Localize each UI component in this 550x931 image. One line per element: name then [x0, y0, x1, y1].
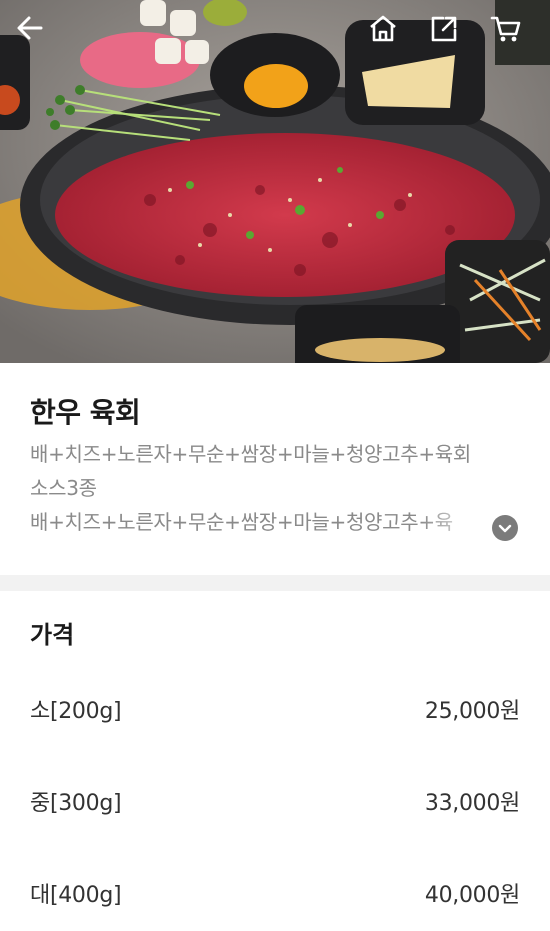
option-price: 33,000원: [424, 791, 520, 816]
product-description: 배+치즈+노른자+무순+쌈장+마늘+청양고추+육회 소스3종 배+치즈+노른자+…: [30, 437, 520, 539]
price-option-row[interactable]: 대[400g] 40,000원: [30, 873, 520, 913]
description-line: 소스3종: [30, 476, 97, 500]
cart-icon: [490, 16, 521, 42]
arrow-left-icon: [17, 16, 43, 40]
back-button[interactable]: [16, 14, 60, 58]
option-name: 소[200g]: [30, 699, 122, 724]
home-icon: [370, 15, 396, 42]
option-price: 25,000원: [424, 699, 520, 724]
description-line-truncated: 배+치즈+노른자+무순+쌈장+마늘+청양고추+육: [30, 505, 490, 539]
price-option-row[interactable]: 소[200g] 25,000원: [30, 689, 520, 729]
option-price: 40,000원: [424, 883, 520, 908]
share-button[interactable]: [429, 14, 473, 58]
option-name: 대[400g]: [30, 883, 122, 908]
share-icon: [431, 16, 457, 42]
chevron-down-icon: [498, 524, 512, 533]
product-title: 한우 육회: [30, 396, 141, 429]
expand-description-button[interactable]: [492, 515, 518, 541]
cart-button[interactable]: [490, 14, 534, 58]
price-option-row[interactable]: 중[300g] 33,000원: [30, 781, 520, 821]
product-image: [0, 0, 550, 363]
section-divider: [0, 575, 550, 591]
home-button[interactable]: [368, 14, 412, 58]
price-section: 가격 소[200g] 25,000원 중[300g] 33,000원 대[400…: [0, 591, 550, 931]
description-line: 배+치즈+노른자+무순+쌈장+마늘+청양고추+육회: [30, 442, 472, 466]
option-name: 중[300g]: [30, 791, 122, 816]
price-heading: 가격: [30, 621, 75, 649]
product-info: 한우 육회 배+치즈+노른자+무순+쌈장+마늘+청양고추+육회 소스3종 배+치…: [0, 363, 550, 575]
